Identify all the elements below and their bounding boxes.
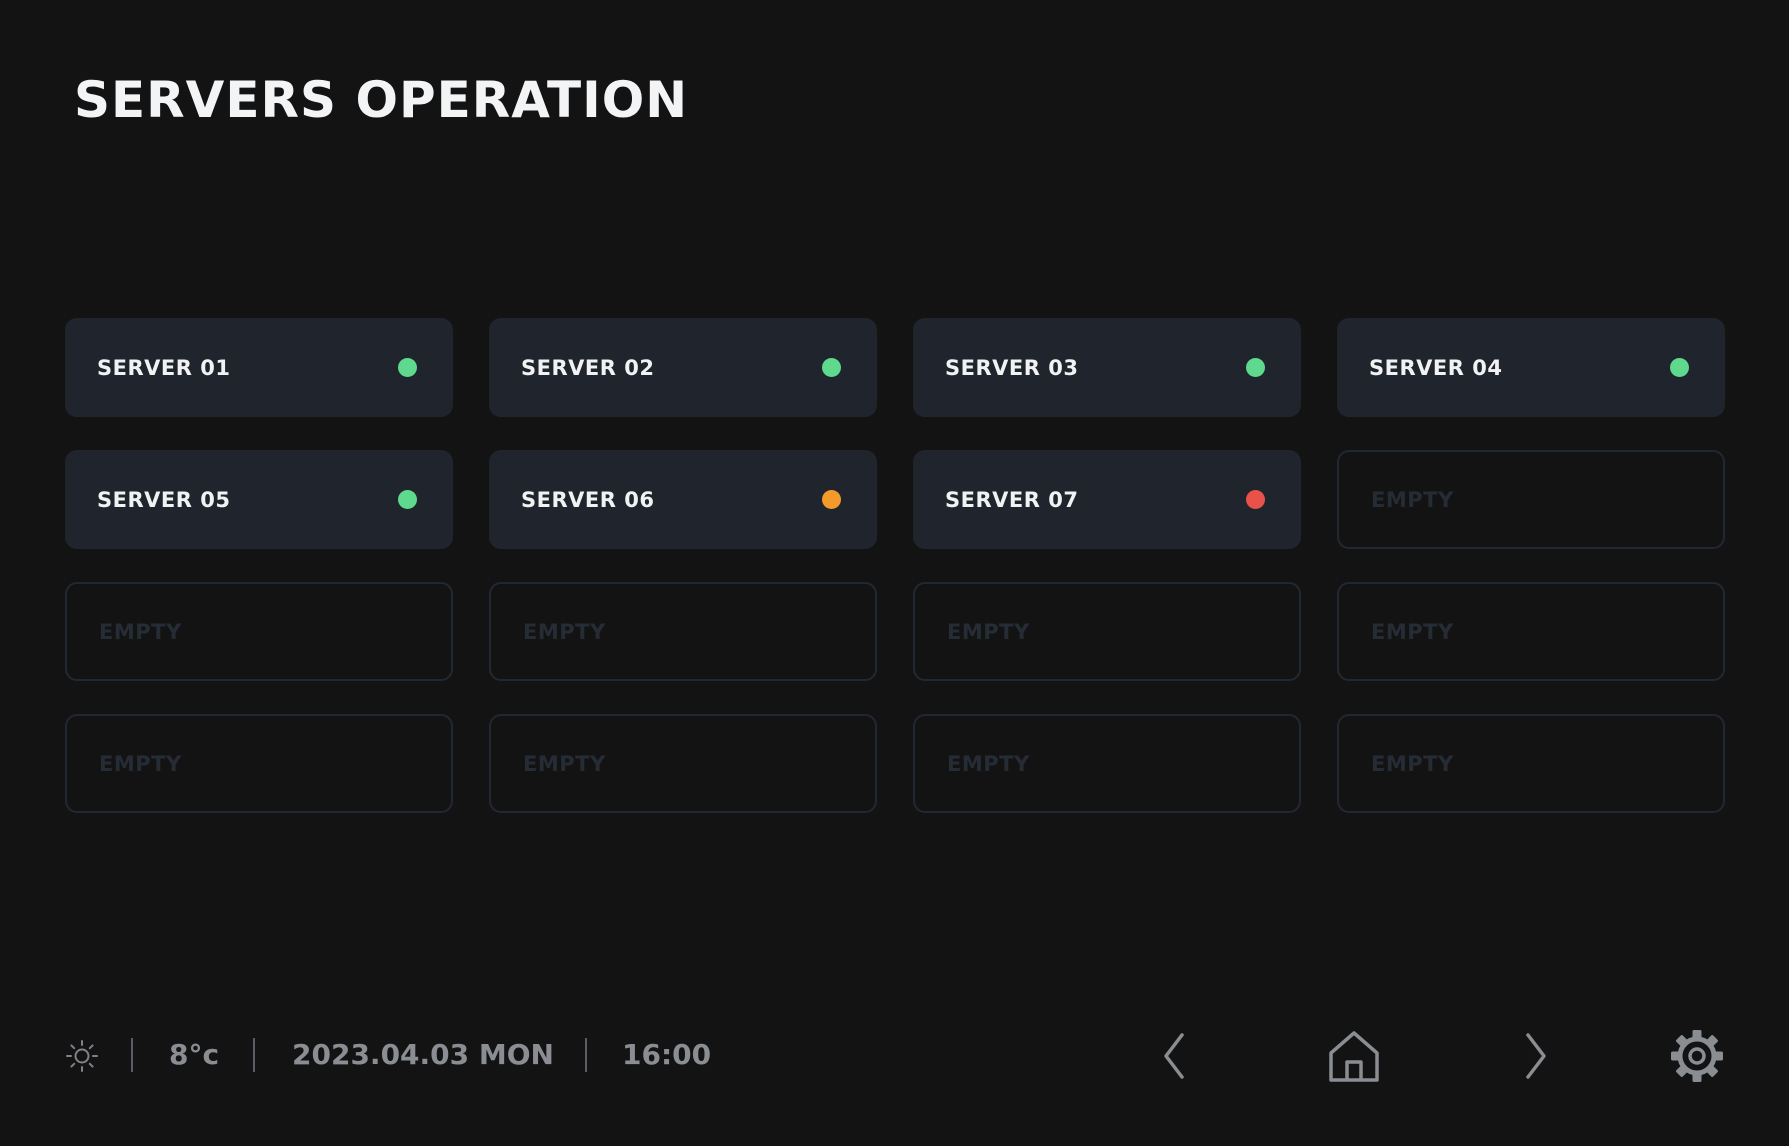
server-tile-label: SERVER 03 <box>945 355 1079 380</box>
sun-icon <box>65 1039 99 1073</box>
chevron-left-icon[interactable] <box>1146 1028 1202 1084</box>
server-tile-label: SERVER 07 <box>945 487 1079 512</box>
status-indicator <box>822 358 841 377</box>
empty-slot-label: EMPTY <box>1371 751 1454 776</box>
server-tile-label: SERVER 01 <box>97 355 231 380</box>
empty-slot-label: EMPTY <box>99 751 182 776</box>
empty-slot: EMPTY <box>489 714 877 813</box>
date-readout: 2023.04.03 MON <box>292 1038 554 1071</box>
gear-icon[interactable] <box>1669 1028 1725 1084</box>
server-grid: SERVER 01 SERVER 02 SERVER 03 SERVER 04 … <box>65 318 1725 813</box>
empty-slot-label: EMPTY <box>1371 487 1454 512</box>
status-indicator <box>1246 358 1265 377</box>
empty-slot-label: EMPTY <box>947 619 1030 644</box>
divider <box>585 1038 587 1072</box>
home-icon[interactable] <box>1326 1028 1382 1084</box>
status-indicator <box>1670 358 1689 377</box>
status-indicator <box>822 490 841 509</box>
server-tile[interactable]: SERVER 05 <box>65 450 453 549</box>
status-indicator <box>1246 490 1265 509</box>
server-tile[interactable]: SERVER 06 <box>489 450 877 549</box>
server-tile-label: SERVER 05 <box>97 487 231 512</box>
time-readout: 16:00 <box>622 1038 712 1071</box>
server-tile-label: SERVER 04 <box>1369 355 1503 380</box>
servers-operation-screen: SERVERS OPERATION SERVER 01 SERVER 02 SE… <box>0 0 1789 1146</box>
server-tile-label: SERVER 02 <box>521 355 655 380</box>
server-tile[interactable]: SERVER 02 <box>489 318 877 417</box>
status-indicator <box>398 358 417 377</box>
empty-slot-label: EMPTY <box>947 751 1030 776</box>
empty-slot-label: EMPTY <box>99 619 182 644</box>
empty-slot: EMPTY <box>913 582 1301 681</box>
status-bar: 8°c 2023.04.03 MON 16:00 <box>65 1024 1725 1086</box>
server-tile[interactable]: SERVER 07 <box>913 450 1301 549</box>
empty-slot: EMPTY <box>489 582 877 681</box>
empty-slot-label: EMPTY <box>523 619 606 644</box>
empty-slot: EMPTY <box>913 714 1301 813</box>
empty-slot: EMPTY <box>1337 714 1725 813</box>
empty-slot-label: EMPTY <box>1371 619 1454 644</box>
divider <box>131 1038 133 1072</box>
empty-slot: EMPTY <box>1337 582 1725 681</box>
empty-slot-label: EMPTY <box>523 751 606 776</box>
server-tile[interactable]: SERVER 01 <box>65 318 453 417</box>
temperature-readout: 8°c <box>169 1038 220 1071</box>
status-indicator <box>398 490 417 509</box>
server-tile[interactable]: SERVER 03 <box>913 318 1301 417</box>
page-title: SERVERS OPERATION <box>74 71 689 129</box>
chevron-right-icon[interactable] <box>1508 1028 1564 1084</box>
server-tile[interactable]: SERVER 04 <box>1337 318 1725 417</box>
empty-slot: EMPTY <box>65 714 453 813</box>
divider <box>253 1038 255 1072</box>
empty-slot: EMPTY <box>65 582 453 681</box>
empty-slot: EMPTY <box>1337 450 1725 549</box>
server-tile-label: SERVER 06 <box>521 487 655 512</box>
